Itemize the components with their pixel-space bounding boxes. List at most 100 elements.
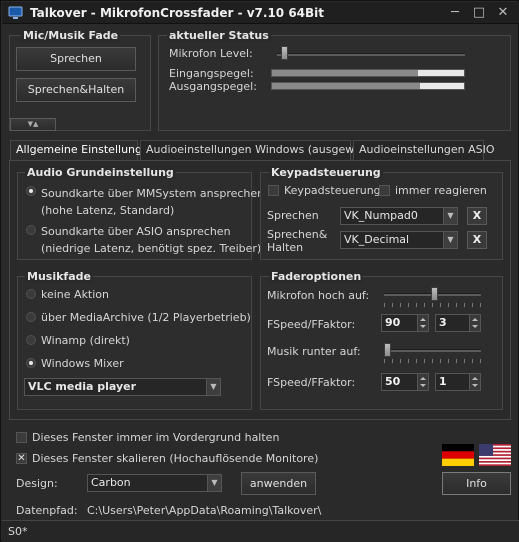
music-mixer-radio[interactable]	[26, 358, 36, 368]
output-level-fill	[272, 83, 420, 89]
keypad-hold-label-line2: Halten	[267, 241, 304, 254]
mic-level-slider[interactable]	[280, 46, 288, 60]
keypad-hold-label: Sprechen& Halten	[267, 228, 327, 254]
keypad-hold-label-line1: Sprechen&	[267, 228, 328, 241]
speak-button[interactable]: Sprechen	[16, 47, 136, 71]
keypad-speak-clear-button[interactable]: X	[467, 207, 487, 225]
input-level-label: Eingangspegel:	[169, 67, 254, 80]
maximize-button[interactable]: □	[466, 4, 492, 22]
audio-basic-title: Audio Grundeinstellung	[25, 166, 176, 179]
keypad-enable-checkbox[interactable]	[268, 185, 279, 196]
german-flag-icon[interactable]	[442, 444, 474, 466]
music-winamp-radio[interactable]	[26, 335, 36, 345]
music-mediaarchive-label: über MediaArchive (1/2 Playerbetrieb)	[41, 311, 251, 324]
path-label: Datenpfad:	[16, 504, 78, 517]
us-flag-icon[interactable]	[479, 444, 511, 466]
chevron-down-icon: ▼	[443, 208, 457, 224]
music-none-radio[interactable]	[26, 289, 36, 299]
input-level-fill	[272, 70, 418, 76]
output-level-label: Ausgangspegel:	[169, 80, 257, 93]
spin-arrows-icon[interactable]	[417, 315, 428, 331]
chevron-down-icon: ▼	[207, 475, 221, 491]
app-window: Talkover - MikrofonCrossfader - v7.10 64…	[0, 0, 519, 542]
speed2-value: 50	[385, 375, 401, 388]
asio-label-line1: Soundkarte über ASIO ansprechen	[41, 225, 231, 238]
keypad-speak-select[interactable]: VK_Numpad0 ▼	[340, 207, 458, 225]
info-label: Info	[466, 477, 487, 490]
foreground-checkbox[interactable]	[16, 432, 27, 443]
scale-label: Dieses Fenster skalieren (Hochauflösende…	[32, 452, 319, 465]
mic-music-fade-title: Mic/Musik Fade	[21, 29, 121, 42]
music-none-label: keine Aktion	[41, 288, 110, 301]
factor1-value: 3	[439, 316, 447, 329]
factor1-input[interactable]: 3	[435, 314, 481, 332]
speak-hold-button[interactable]: Sprechen&Halten	[16, 78, 136, 102]
collapse-button[interactable]: ▼▲	[10, 118, 56, 131]
keypad-hold-value: VK_Decimal	[344, 233, 410, 246]
scale-checkbox[interactable]: ✕	[16, 453, 27, 464]
apply-label: anwenden	[249, 477, 308, 490]
music-down-slider[interactable]	[384, 343, 391, 357]
chevron-down-icon: ▼	[443, 232, 457, 248]
speed2-input[interactable]: 50	[381, 373, 429, 391]
status-title: aktueller Status	[167, 29, 271, 42]
music-mixer-label: Windows Mixer	[41, 357, 124, 370]
asio-radio[interactable]	[26, 225, 36, 235]
tab-audio-windows[interactable]: Audioeinstellungen Windows (ausgewählt)	[140, 140, 380, 160]
keypad-hold-clear-button[interactable]: X	[467, 231, 487, 249]
speak-label: Sprechen	[50, 52, 102, 65]
asio-label-line2: (niedrige Latenz, benötigt spez. Treiber…	[41, 242, 262, 255]
music-mediaarchive-radio[interactable]	[26, 312, 36, 322]
design-value: Carbon	[91, 476, 131, 489]
status-text: S0*	[8, 525, 28, 538]
factor2-input[interactable]: 1	[435, 373, 481, 391]
path-value: C:\Users\Peter\AppData\Roaming\Talkover\	[87, 504, 322, 517]
mic-up-label: Mikrofon hoch auf:	[267, 289, 370, 302]
mmsystem-label: Soundkarte über MMSystem ansprechen (hoh…	[41, 185, 264, 219]
minimize-button[interactable]: ─	[442, 4, 468, 22]
status-bar: S0*	[2, 520, 519, 542]
speed2-label: FSpeed/FFaktor:	[267, 376, 356, 389]
mic-up-slider[interactable]	[430, 287, 438, 301]
speak-hold-label: Sprechen&Halten	[27, 83, 125, 96]
spin-arrows-icon[interactable]	[469, 374, 480, 390]
title-bar: Talkover - MikrofonCrossfader - v7.10 64…	[2, 2, 519, 24]
keypad-hold-select[interactable]: VK_Decimal ▼	[340, 231, 458, 249]
keypad-speak-value: VK_Numpad0	[344, 209, 418, 222]
mic-up-ticks	[384, 303, 481, 307]
music-down-label: Musik runter auf:	[267, 345, 361, 358]
spin-arrows-icon[interactable]	[469, 315, 480, 331]
music-fade-title: Musikfade	[25, 270, 93, 283]
close-button[interactable]: ✕	[490, 4, 516, 22]
design-label: Design:	[16, 477, 58, 490]
speed1-input[interactable]: 90	[381, 314, 429, 332]
always-react-checkbox[interactable]	[379, 185, 390, 196]
player-value: VLC media player	[28, 380, 137, 393]
music-winamp-label: Winamp (direkt)	[41, 334, 130, 347]
window-title: Talkover - MikrofonCrossfader - v7.10 64…	[30, 6, 325, 20]
music-down-track	[384, 349, 481, 352]
speed1-value: 90	[385, 316, 401, 329]
mic-level-label: Mikrofon Level:	[169, 47, 253, 60]
tab-audio-asio[interactable]: Audioeinstellungen ASIO	[353, 140, 495, 160]
player-select[interactable]: VLC media player ▼	[24, 378, 221, 396]
output-level-meter	[271, 82, 465, 90]
chevron-down-icon: ▼	[206, 379, 220, 395]
asio-label: Soundkarte über ASIO ansprechen (niedrig…	[41, 223, 261, 257]
foreground-label: Dieses Fenster immer im Vordergrund halt…	[32, 431, 280, 444]
mmsystem-radio[interactable]	[26, 186, 36, 196]
apply-button[interactable]: anwenden	[241, 472, 316, 495]
always-react-label: immer reagieren	[395, 184, 487, 197]
info-button[interactable]: Info	[442, 472, 511, 495]
music-down-ticks	[384, 359, 481, 363]
design-select[interactable]: Carbon ▼	[87, 474, 222, 492]
keypad-enable-label: Keypadsteuerung	[284, 184, 381, 197]
spin-arrows-icon[interactable]	[417, 374, 428, 390]
keypad-title: Keypadsteuerung	[269, 166, 383, 179]
app-icon	[8, 6, 23, 19]
keypad-speak-label: Sprechen	[267, 209, 319, 222]
mic-level-track	[277, 53, 465, 56]
tab-general[interactable]: Allgemeine Einstellungen	[10, 140, 156, 161]
collapse-icon: ▼▲	[27, 120, 39, 128]
mmsystem-label-line1: Soundkarte über MMSystem ansprechen	[41, 187, 265, 200]
